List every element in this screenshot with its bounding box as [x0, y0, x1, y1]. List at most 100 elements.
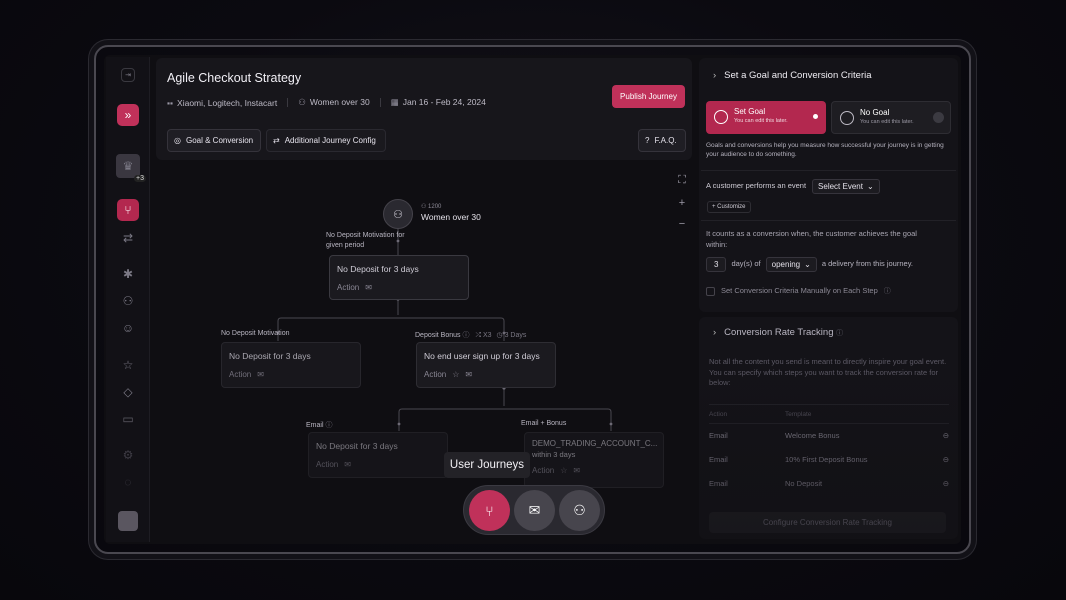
- faq-button[interactable]: ? F.A.Q.: [638, 129, 686, 152]
- star-icon[interactable]: ☆: [117, 354, 139, 376]
- tab-goal-conversion[interactable]: ◎ Goal & Conversion: [167, 129, 261, 152]
- remove-icon[interactable]: ⊖: [943, 431, 949, 440]
- app-logo-icon[interactable]: »: [117, 104, 139, 126]
- no-goal-option[interactable]: No Goal You can edit this later.: [831, 101, 951, 134]
- conversion-text: It counts as a conversion when, the cust…: [706, 229, 917, 249]
- event-row: A customer performs an event Select Even…: [706, 179, 880, 194]
- table-row[interactable]: Email Welcome Bonus ⊖: [709, 431, 949, 440]
- days-of-label: day(s) of: [731, 259, 761, 269]
- app-screen: ⇥ » ♛ +3 ⑂ ⇄ ✱ ⚇ ☺ ☆ ◇ ▭ ⚙ ◌ Agile Checko…: [104, 55, 961, 544]
- duration-value: 3 Days: [504, 332, 527, 339]
- repeat-value: X3: [482, 332, 492, 339]
- calendar-icon: ▦: [390, 97, 399, 107]
- tracking-description: Not all the content you send is meant to…: [709, 357, 947, 387]
- refresh-icon: ⇄: [273, 136, 280, 145]
- star-icon: ☆: [560, 466, 568, 475]
- repeat-meta: ⤮ X3: [475, 332, 492, 339]
- remove-icon[interactable]: ⊖: [943, 455, 949, 464]
- tracking-title[interactable]: › Conversion Rate Tracking ⓘ: [713, 327, 843, 338]
- event-section: A customer performs an event Select Even…: [701, 170, 956, 218]
- node-no-deposit-email[interactable]: No Deposit for 3 days Action ✉: [308, 432, 448, 478]
- target-icon: [714, 110, 728, 124]
- remove-icon[interactable]: ⊖: [943, 479, 949, 488]
- node-title: No Deposit for 3 days: [337, 264, 419, 274]
- node-action: Action ✉: [337, 283, 461, 292]
- action-label: Action: [424, 370, 447, 379]
- divider: [379, 98, 381, 107]
- configure-tracking-button[interactable]: Configure Conversion Rate Tracking: [709, 512, 946, 533]
- tag-icon[interactable]: ◇: [117, 381, 139, 403]
- duration-meta: ◷ 3 Days: [496, 332, 527, 339]
- users-icon[interactable]: ⚇: [117, 290, 139, 312]
- row-template: 10% First Deposit Bonus: [785, 455, 868, 464]
- help-icon[interactable]: ◌: [117, 471, 139, 493]
- row-action: Email: [709, 479, 728, 488]
- branch-label: No Deposit Motivation for given period: [326, 232, 405, 249]
- performs-label: A customer performs an event: [706, 181, 807, 191]
- node-no-deposit-root[interactable]: No Deposit for 3 days Action ✉: [329, 255, 469, 300]
- set-goal-option[interactable]: Set Goal You can edit this later.: [706, 101, 826, 134]
- days-input[interactable]: 3: [706, 257, 727, 272]
- user-avatar[interactable]: [118, 511, 138, 531]
- brands-text: Xiaomi, Logitech, Instacart: [177, 97, 278, 108]
- customize-button[interactable]: + Customize: [707, 201, 751, 213]
- row-action: Email: [709, 431, 728, 440]
- star-icon: ☆: [452, 370, 460, 379]
- set-goal-sub: You can edit this later.: [734, 118, 788, 124]
- root-label: Women over 30: [421, 212, 481, 222]
- publish-journey-button[interactable]: Publish Journey: [612, 85, 685, 108]
- info-icon: ⓘ: [462, 332, 470, 339]
- chevron-down-icon: ⌄: [804, 260, 811, 269]
- table-row[interactable]: Email 10% First Deposit Bonus ⊖: [709, 455, 949, 464]
- tracking-table-header: Action Template: [709, 404, 949, 424]
- user-journeys-icon[interactable]: ⑂: [469, 490, 510, 531]
- unselected-radio: [933, 112, 944, 123]
- tab-additional-config[interactable]: ⇄ Additional Journey Config: [266, 129, 386, 152]
- asterisk-icon[interactable]: ✱: [117, 263, 139, 285]
- row-action: Email: [709, 455, 728, 464]
- goal-panel-title-text: Set a Goal and Conversion Criteria: [724, 70, 872, 81]
- conversion-row: 3 day(s) of opening ⌄ a delivery from thi…: [706, 257, 913, 272]
- mail-star-icon[interactable]: ✉: [514, 490, 555, 531]
- node-subtitle: within 3 days: [532, 450, 576, 459]
- users-icon[interactable]: ⚇: [559, 490, 600, 531]
- user-icon[interactable]: ☺: [117, 317, 139, 339]
- journey-canvas[interactable]: ⛶ + − ⚇ ⚇ 1200 Women over 30 No Deposit …: [156, 163, 696, 541]
- node-title: No end user sign up for 3 days: [424, 351, 540, 361]
- right-branch-text: Deposit Bonus: [415, 332, 461, 339]
- monitor-icon[interactable]: ▭: [117, 408, 139, 430]
- node-demo-trading[interactable]: DEMO_TRADING_ACCOUNT_C... within 3 days …: [524, 432, 664, 488]
- action-label: Action: [316, 460, 339, 469]
- faq-label: F.A.Q.: [654, 136, 677, 145]
- table-row[interactable]: Email No Deposit ⊖: [709, 479, 949, 488]
- select-event-dropdown[interactable]: Select Event ⌄: [812, 179, 880, 194]
- opening-dropdown[interactable]: opening ⌄: [765, 257, 817, 272]
- root-count: ⚇ 1200: [421, 204, 442, 210]
- node-no-signup[interactable]: No end user sign up for 3 days Action ☆ ✉: [416, 342, 556, 388]
- chevron-right-icon: ›: [713, 327, 717, 338]
- workspace-avatar[interactable]: ♛ +3: [116, 154, 146, 182]
- manual-label: Set Conversion Criteria Manually on Each…: [721, 286, 878, 295]
- manual-checkbox[interactable]: [706, 286, 715, 296]
- sidebar-rail: ⇥ » ♛ +3 ⑂ ⇄ ✱ ⚇ ☺ ☆ ◇ ▭ ⚙ ◌: [106, 57, 150, 542]
- delivery-label: a delivery from this journey.: [821, 259, 913, 269]
- collapse-icon[interactable]: ⇥: [121, 68, 135, 82]
- audience-root-node[interactable]: ⚇: [383, 199, 413, 229]
- node-no-deposit-left[interactable]: No Deposit for 3 days Action ✉: [221, 342, 361, 388]
- email-bonus-branch-label: Email + Bonus: [521, 420, 567, 427]
- action-label: Action: [337, 283, 360, 292]
- dates-text: Jan 16 - Feb 24, 2024: [402, 97, 486, 107]
- audience-icon: ⚇: [298, 97, 306, 107]
- mail-icon: ✉: [257, 370, 264, 379]
- journeys-icon[interactable]: ⑂: [117, 199, 139, 221]
- node-action: Action ✉: [229, 370, 353, 379]
- settings-icon[interactable]: ⚙: [117, 444, 139, 466]
- node-action: Action ✉: [316, 460, 440, 469]
- mail-icon: ✉: [465, 370, 473, 379]
- swap-icon[interactable]: ⇄: [117, 227, 139, 249]
- users-icon: ⚇: [393, 208, 403, 221]
- audience-meta: ⚇ Women over 30: [298, 97, 369, 108]
- conversion-section: It counts as a conversion when, the cust…: [701, 220, 956, 308]
- dock-tooltip: User Journeys: [444, 452, 530, 478]
- goal-panel-title[interactable]: › Set a Goal and Conversion Criteria: [713, 70, 872, 81]
